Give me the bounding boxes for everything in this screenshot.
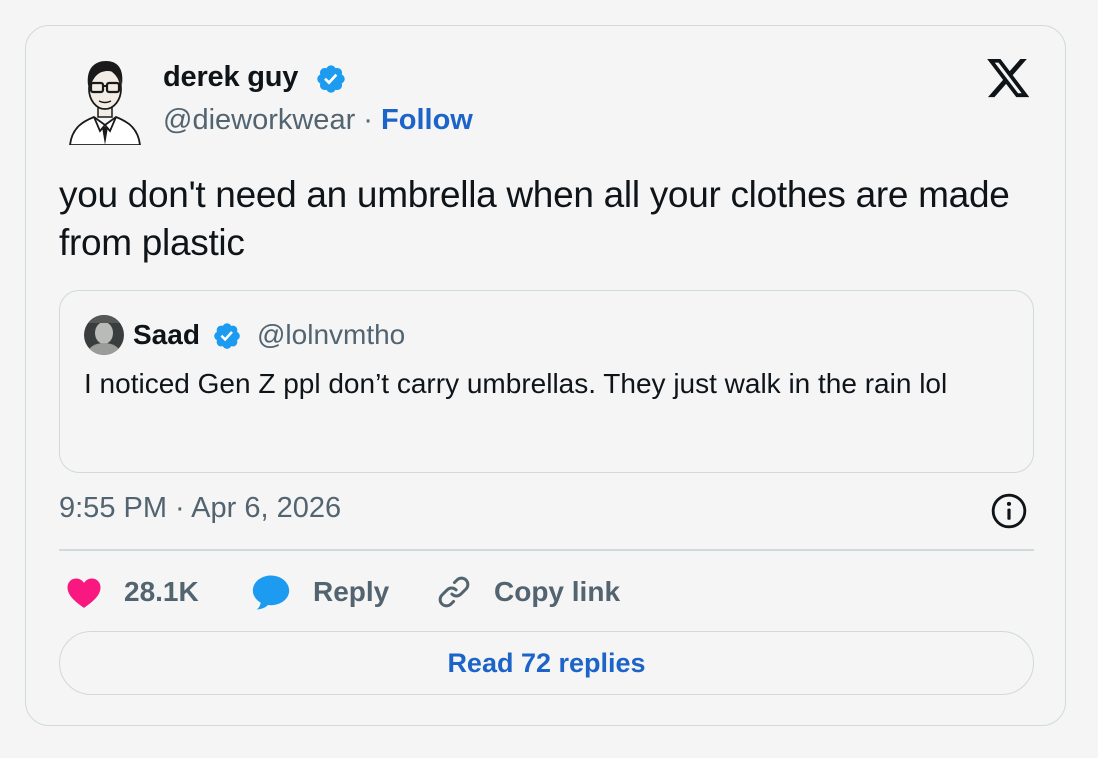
read-replies-button[interactable]: Read 72 replies [59,631,1034,695]
author-avatar[interactable] [66,55,144,145]
like-button[interactable]: 28.1K [66,572,199,612]
quoted-author-name[interactable]: Saad [133,319,200,351]
read-replies-label: Read 72 replies [447,647,646,678]
reply-button[interactable]: Reply [251,572,389,612]
x-logo-icon[interactable] [987,59,1031,99]
tweet-text: you don't need an umbrella when all your… [59,174,1010,263]
divider [59,549,1034,551]
author-name[interactable]: derek guy [163,61,298,94]
quoted-author-handle[interactable]: @lolnvmtho [257,319,405,351]
quoted-author-avatar[interactable] [84,315,124,355]
author-handle[interactable]: @dieworkwear [163,104,355,136]
verified-badge-icon [214,323,240,349]
author-handle-line: @dieworkwear · Follow [163,104,473,137]
link-icon [438,576,470,608]
quoted-tweet-text: I noticed Gen Z ppl don’t carry umbrella… [84,368,948,399]
info-icon[interactable] [990,492,1028,530]
quoted-avatar-photo [84,315,124,355]
verified-badge-icon [317,65,345,93]
embedded-tweet-card: derek guy @dieworkwear · Follow you don'… [25,25,1066,726]
reply-label: Reply [313,576,390,607]
quoted-tweet[interactable]: Saad @lolnvmtho I noticed Gen Z ppl don’… [59,290,1034,473]
like-count: 28.1K [124,576,199,607]
follow-link[interactable]: Follow [381,104,473,136]
copy-link-label: Copy link [494,576,621,607]
copy-link-button[interactable]: Copy link [436,572,620,612]
handle-separator: · [363,104,373,136]
heart-icon [67,578,101,608]
speech-bubble-icon [252,575,290,610]
tweet-timestamp[interactable]: 9:55 PM · Apr 6, 2026 [59,492,341,525]
